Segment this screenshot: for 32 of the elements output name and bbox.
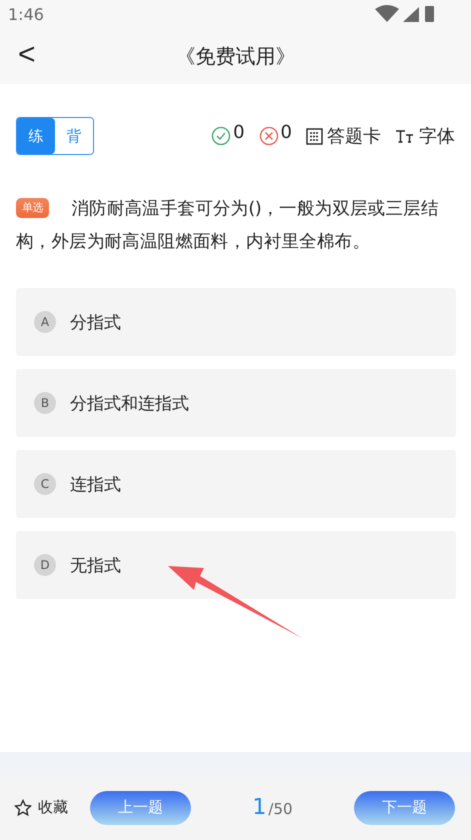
star-icon xyxy=(14,798,32,816)
page-title: 《免费试用》 xyxy=(176,42,296,70)
mode-tab[interactable]: 练 xyxy=(17,118,55,154)
status-time: 1:46 xyxy=(8,4,44,24)
font-button[interactable]: 字体 xyxy=(395,124,455,148)
grid-icon xyxy=(306,128,323,144)
status-icons xyxy=(375,5,435,23)
question-text: 单选 消防耐高温手套可分为()，一般为双层或三层结构，外层为耐高温阻燃面料，内衬里全棉布。 xyxy=(15,197,440,254)
option-text: 无指式 xyxy=(70,554,121,576)
answer-card-button[interactable]: 答题卡 xyxy=(306,124,381,148)
answer-option[interactable]: D 无指式 xyxy=(16,531,456,599)
font-size-icon xyxy=(395,129,415,143)
answer-option[interactable]: B 分指式和连指式 xyxy=(16,369,456,437)
answer-option[interactable]: A 分指式 xyxy=(16,288,456,356)
favorite-button[interactable]: 收藏 xyxy=(14,798,68,817)
answer-option[interactable]: C 连指式 xyxy=(16,450,456,518)
current-page: 1 xyxy=(252,795,266,820)
option-letter: C xyxy=(34,473,56,495)
option-letter: B xyxy=(34,392,56,414)
wrong-count: 0 xyxy=(280,122,292,142)
option-letter: D xyxy=(34,554,56,576)
total-pages: /50 xyxy=(268,800,293,818)
check-circle-icon xyxy=(211,126,232,146)
option-letter: A xyxy=(34,311,56,333)
single-choice-tag: 单选 xyxy=(16,198,50,218)
mode-toggle[interactable]: 练 背 xyxy=(16,117,94,155)
back-button[interactable]: < xyxy=(14,40,40,70)
option-text: 连指式 xyxy=(70,474,121,496)
cross-circle-icon xyxy=(258,126,279,146)
correct-count: 0 xyxy=(233,122,245,142)
option-text: 分指式 xyxy=(70,312,121,334)
option-text: 分指式和连指式 xyxy=(70,392,189,414)
